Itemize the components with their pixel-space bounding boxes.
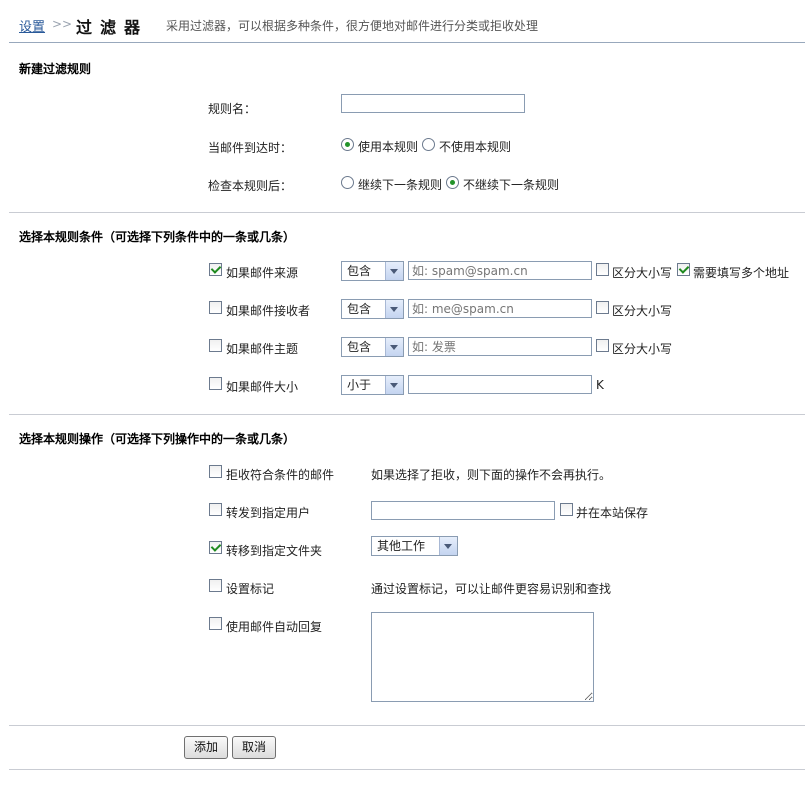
footer-divider: [9, 769, 805, 770]
condition-size-checkbox[interactable]: [209, 377, 222, 390]
cancel-button[interactable]: 取消: [232, 736, 276, 759]
action-forward-label: 转发到指定用户: [226, 506, 311, 520]
section-divider: [9, 212, 805, 213]
condition-to-operator-select[interactable]: 包含: [341, 299, 404, 319]
chevron-down-icon: [385, 262, 403, 280]
condition-subject-case-checkbox[interactable]: [596, 339, 609, 352]
breadcrumb-separator: >>: [52, 17, 73, 31]
chevron-down-icon: [439, 537, 457, 555]
radio-continue-next-label: 继续下一条规则: [358, 178, 443, 192]
action-keep-copy-label: 并在本站保存: [576, 506, 649, 520]
condition-to-label: 如果邮件接收者: [226, 304, 311, 318]
action-reject-label: 拒收符合条件的邮件: [226, 468, 335, 482]
action-flag-note: 通过设置标记，可以让邮件更容易识别和查找: [371, 582, 612, 596]
condition-from-operator-select[interactable]: 包含: [341, 261, 404, 281]
action-flag-checkbox[interactable]: [209, 579, 222, 592]
action-move-label: 转移到指定文件夹: [226, 544, 323, 558]
radio-use-rule[interactable]: [341, 138, 354, 151]
condition-subject-operator-select[interactable]: 包含: [341, 337, 404, 357]
condition-subject-case-label: 区分大小写: [612, 342, 673, 356]
condition-size-input[interactable]: [408, 375, 592, 394]
condition-to-case-label: 区分大小写: [612, 304, 673, 318]
condition-from-input[interactable]: [408, 261, 592, 280]
condition-from-operator-value: 包含: [347, 264, 372, 278]
rule-name-input[interactable]: [341, 94, 525, 113]
condition-to-checkbox[interactable]: [209, 301, 222, 314]
radio-stop-next[interactable]: [446, 176, 459, 189]
condition-from-multi-checkbox[interactable]: [677, 263, 690, 276]
action-reject-checkbox[interactable]: [209, 465, 222, 478]
chevron-down-icon: [385, 376, 403, 394]
header-divider: [9, 42, 805, 43]
condition-subject-checkbox[interactable]: [209, 339, 222, 352]
action-autoreply-textarea[interactable]: [371, 612, 594, 702]
condition-from-case-checkbox[interactable]: [596, 263, 609, 276]
chevron-down-icon: [385, 300, 403, 318]
page-title: 过滤器: [76, 18, 149, 37]
arrival-label: 当邮件到达时：: [208, 141, 293, 155]
condition-size-label: 如果邮件大小: [226, 380, 299, 394]
action-flag-label: 设置标记: [226, 582, 275, 596]
condition-from-checkbox[interactable]: [209, 263, 222, 276]
radio-not-use-rule[interactable]: [422, 138, 435, 151]
actions-section-title: 选择本规则操作（可选择下列操作中的一条或几条）: [19, 432, 296, 446]
condition-subject-label: 如果邮件主题: [226, 342, 299, 356]
radio-not-use-rule-label: 不使用本规则: [439, 140, 512, 154]
page-description: 采用过滤器，可以根据多种条件，很方便地对邮件进行分类或拒收处理: [166, 19, 539, 33]
condition-from-label: 如果邮件来源: [226, 266, 299, 280]
add-button[interactable]: 添加: [184, 736, 228, 759]
section-divider: [9, 414, 805, 415]
condition-size-operator-select[interactable]: 小于: [341, 375, 404, 395]
condition-from-multi-label: 需要填写多个地址: [693, 266, 790, 280]
rule-name-label: 规则名：: [208, 102, 257, 116]
action-move-folder-select[interactable]: 其他工作: [371, 536, 458, 556]
condition-subject-input[interactable]: [408, 337, 592, 356]
action-forward-input[interactable]: [371, 501, 555, 520]
after-check-label: 检查本规则后：: [208, 179, 293, 193]
action-reject-note: 如果选择了拒收，则下面的操作不会再执行。: [371, 468, 612, 482]
action-forward-checkbox[interactable]: [209, 503, 222, 516]
condition-to-operator-value: 包含: [347, 302, 372, 316]
condition-subject-operator-value: 包含: [347, 340, 372, 354]
new-rule-section-title: 新建过滤规则: [19, 62, 92, 76]
condition-size-operator-value: 小于: [347, 378, 372, 392]
conditions-section-title: 选择本规则条件（可选择下列条件中的一条或几条）: [19, 230, 296, 244]
action-move-folder-value: 其他工作: [377, 539, 426, 553]
condition-to-case-checkbox[interactable]: [596, 301, 609, 314]
radio-use-rule-label: 使用本规则: [358, 140, 419, 154]
condition-size-unit: K: [596, 378, 604, 392]
radio-stop-next-label: 不继续下一条规则: [463, 178, 560, 192]
section-divider: [9, 725, 805, 726]
breadcrumb-settings-link[interactable]: 设置: [19, 16, 45, 35]
action-autoreply-checkbox[interactable]: [209, 617, 222, 630]
radio-continue-next[interactable]: [341, 176, 354, 189]
chevron-down-icon: [385, 338, 403, 356]
action-keep-copy-checkbox[interactable]: [560, 503, 573, 516]
action-autoreply-label: 使用邮件自动回复: [226, 620, 323, 634]
action-move-checkbox[interactable]: [209, 541, 222, 554]
condition-to-input[interactable]: [408, 299, 592, 318]
condition-from-case-label: 区分大小写: [612, 266, 673, 280]
